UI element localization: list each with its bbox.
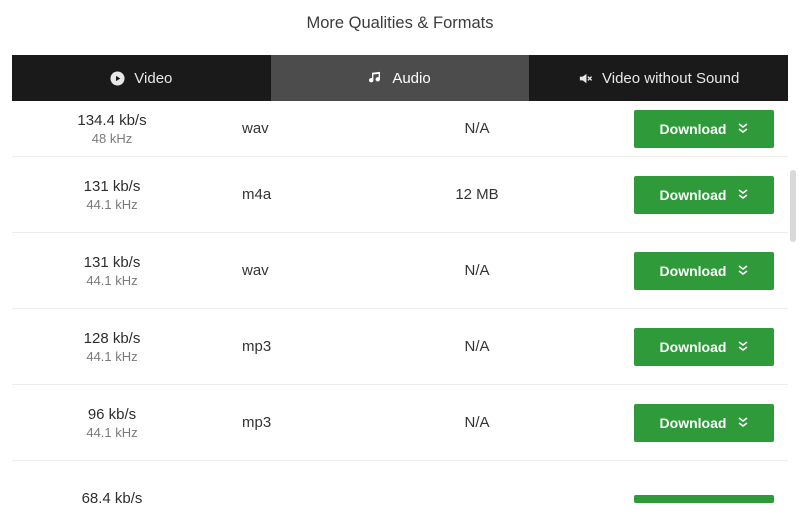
table-row: 131 kb/s 44.1 kHz m4a 12 MB Download [12,157,788,233]
download-button[interactable]: Download [634,252,774,290]
scrollbar-thumb[interactable] [790,170,796,242]
chevron-double-down-icon [738,189,748,201]
play-circle-icon [110,71,125,86]
samplerate-value: 44.1 kHz [86,197,137,212]
quality-cell: 128 kb/s 44.1 kHz [12,330,212,364]
format-tabs: Video Audio Video without Sound [12,55,788,101]
download-button[interactable]: Download [634,176,774,214]
download-label: Download [660,339,727,355]
chevron-double-down-icon [738,265,748,277]
format-list: 134.4 kb/s 48 kHz wav N/A Download 131 k… [12,101,788,503]
tab-video-no-sound[interactable]: Video without Sound [529,55,788,101]
chevron-double-down-icon [738,417,748,429]
bitrate-value: 128 kb/s [84,330,141,347]
download-button[interactable] [634,495,774,503]
music-note-icon [369,71,383,85]
quality-cell: 96 kb/s 44.1 kHz [12,406,212,440]
tab-audio[interactable]: Audio [271,55,530,101]
chevron-double-down-icon [738,123,748,135]
chevron-double-down-icon [738,341,748,353]
format-cell: wav [212,262,382,279]
bitrate-value: 131 kb/s [84,178,141,195]
download-label: Download [660,415,727,431]
samplerate-value: 44.1 kHz [86,349,137,364]
samplerate-value: 48 kHz [92,131,132,146]
size-cell: N/A [382,120,572,137]
bitrate-value: 131 kb/s [84,254,141,271]
page-title: More Qualities & Formats [12,14,788,33]
bitrate-value: 96 kb/s [88,406,136,423]
bitrate-value: 134.4 kb/s [77,112,146,129]
size-cell: N/A [382,262,572,279]
samplerate-value: 44.1 kHz [86,273,137,288]
table-row: 96 kb/s 44.1 kHz mp3 N/A Download [12,385,788,461]
format-cell: mp3 [212,414,382,431]
quality-cell: 131 kb/s 44.1 kHz [12,178,212,212]
tab-nosound-label: Video without Sound [602,70,739,87]
quality-cell: 134.4 kb/s 48 kHz [12,112,212,146]
table-row: 128 kb/s 44.1 kHz mp3 N/A Download [12,309,788,385]
table-row: 68.4 kb/s [12,461,788,503]
download-label: Download [660,121,727,137]
table-row: 134.4 kb/s 48 kHz wav N/A Download [12,101,788,157]
quality-cell: 68.4 kb/s [12,490,212,503]
size-cell: N/A [382,338,572,355]
download-button[interactable]: Download [634,404,774,442]
quality-cell: 131 kb/s 44.1 kHz [12,254,212,288]
tab-video-label: Video [134,70,172,87]
download-label: Download [660,263,727,279]
size-cell: N/A [382,414,572,431]
download-button[interactable]: Download [634,328,774,366]
format-cell: mp3 [212,338,382,355]
format-cell: wav [212,120,382,137]
size-cell: 12 MB [382,186,572,203]
tab-video[interactable]: Video [12,55,271,101]
format-cell: m4a [212,186,382,203]
download-label: Download [660,187,727,203]
table-row: 131 kb/s 44.1 kHz wav N/A Download [12,233,788,309]
tab-audio-label: Audio [392,70,430,87]
download-button[interactable]: Download [634,110,774,148]
volume-mute-icon [578,71,593,86]
bitrate-value: 68.4 kb/s [82,490,143,507]
samplerate-value: 44.1 kHz [86,425,137,440]
